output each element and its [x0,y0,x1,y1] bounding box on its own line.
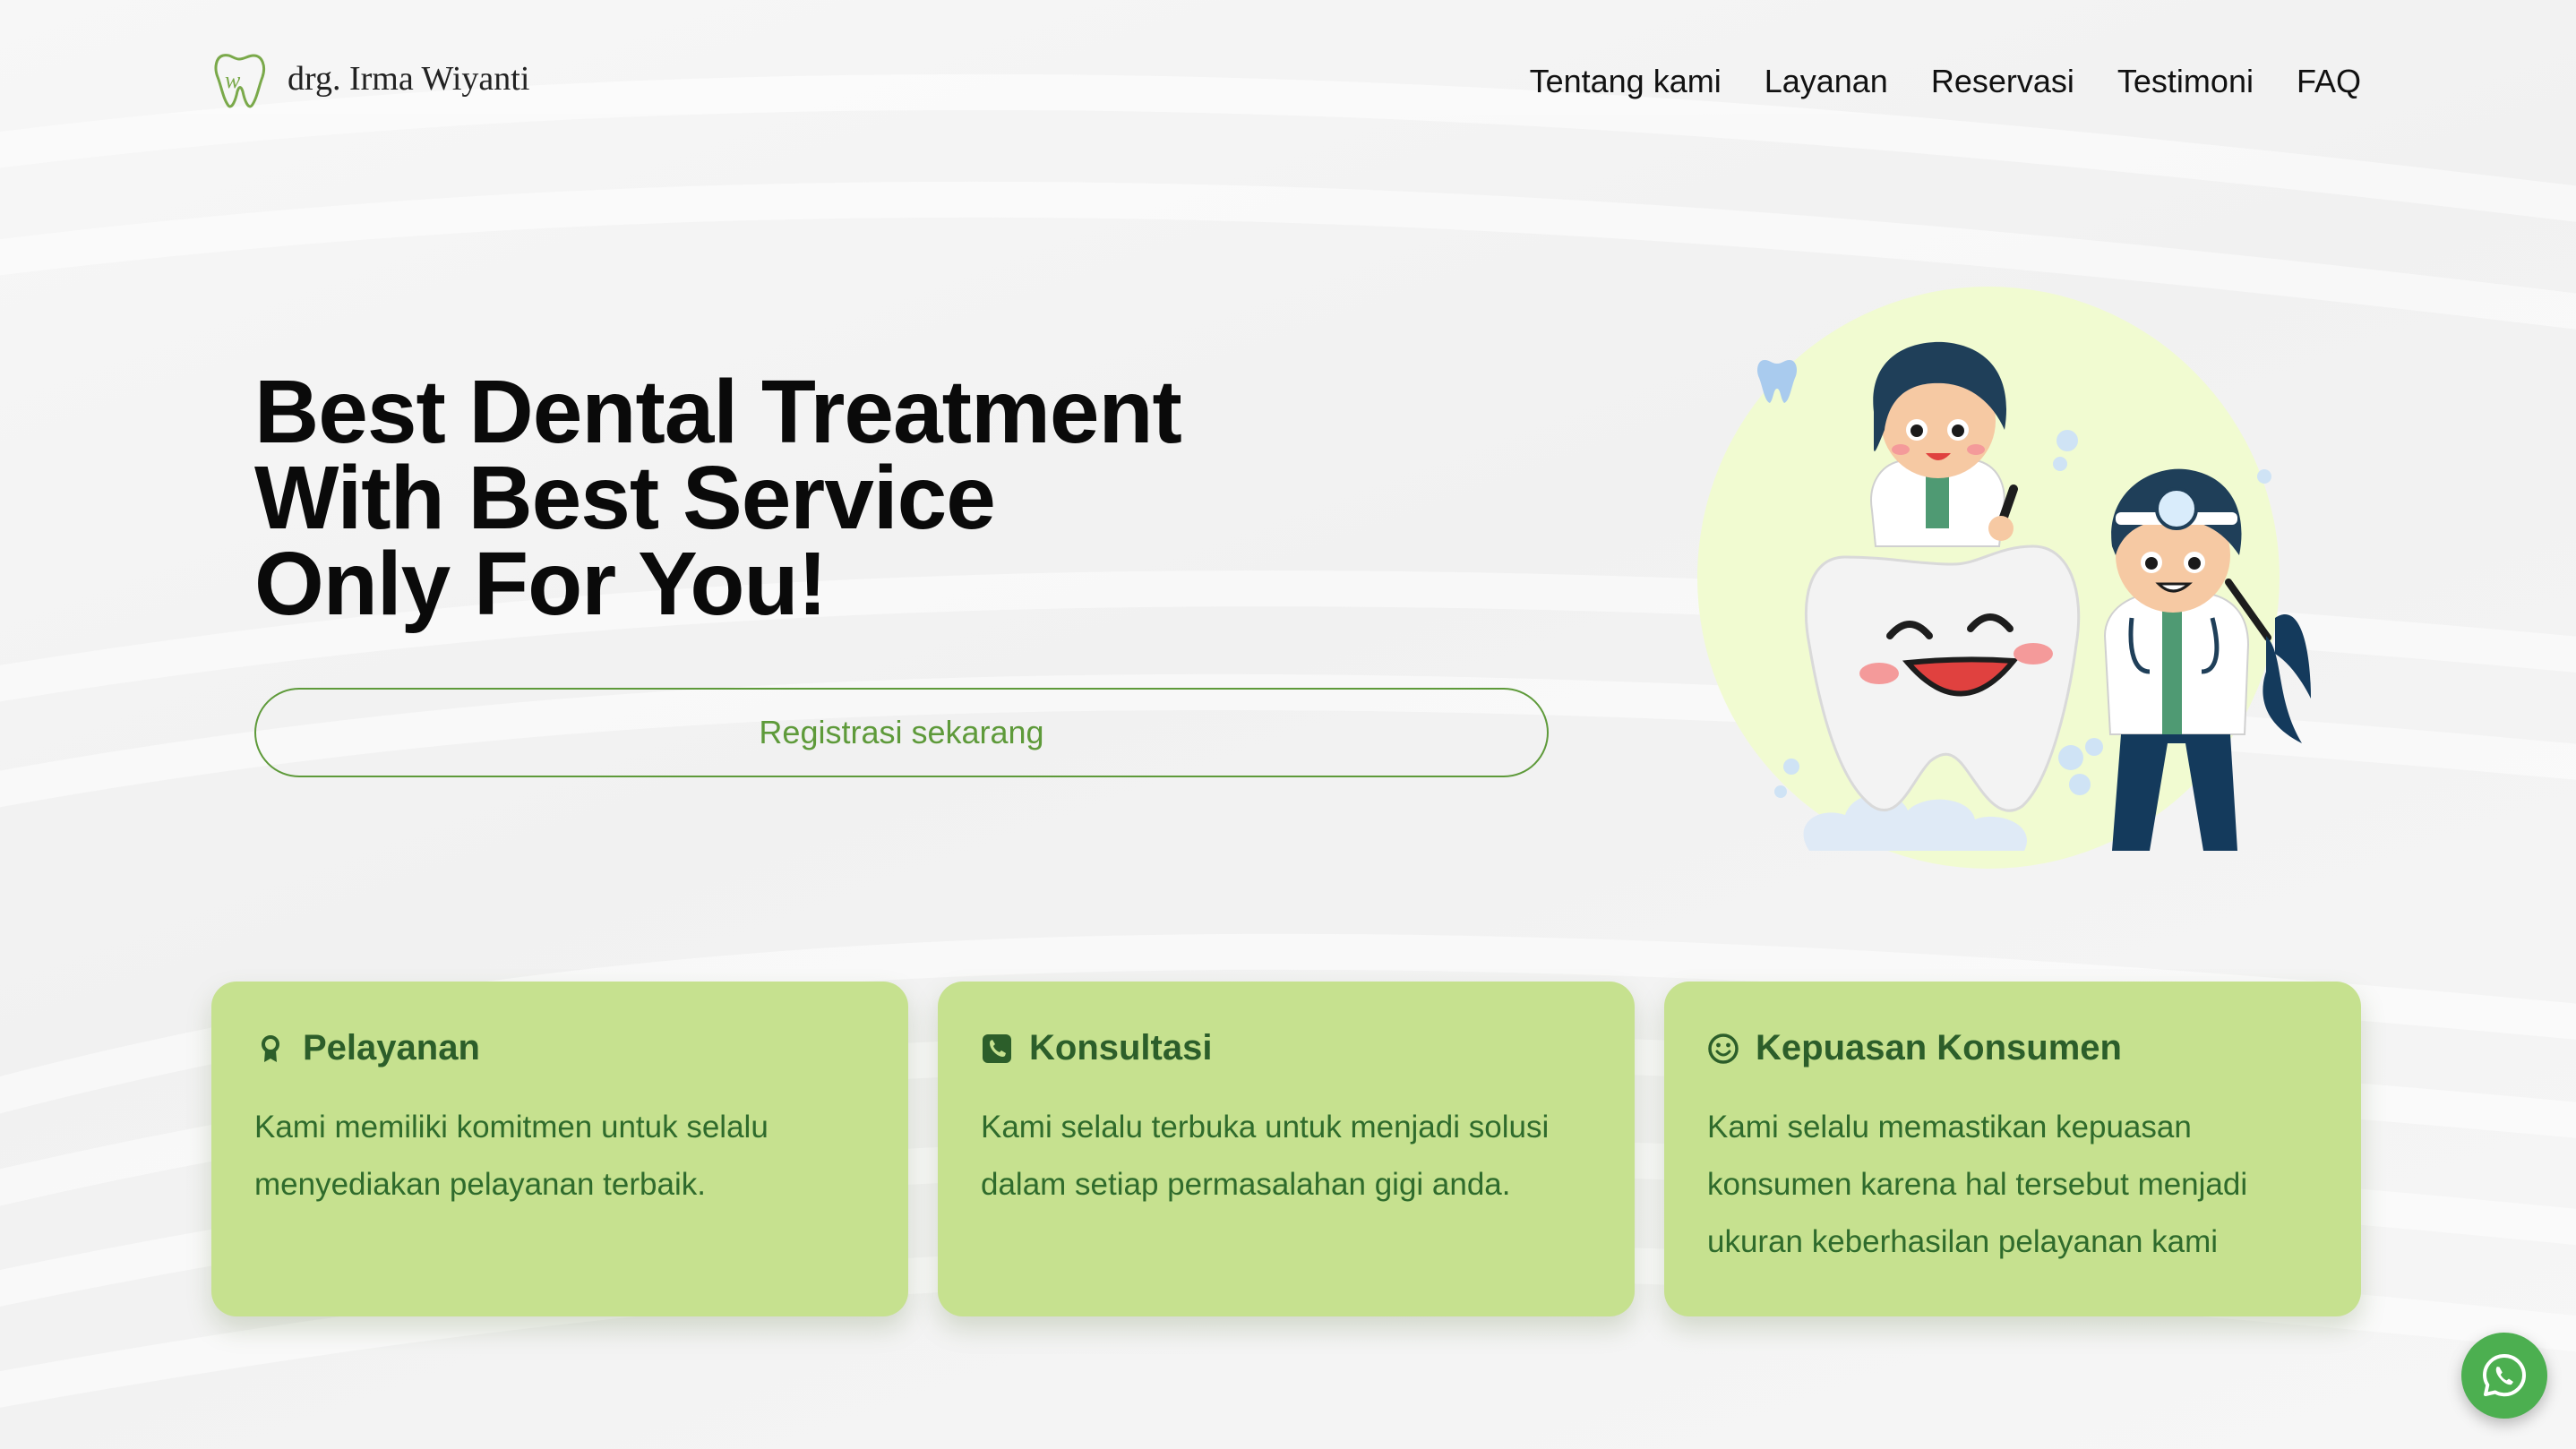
brand[interactable]: w drg. Irma Wiyanti [210,47,529,111]
nav-item-tentang-kami[interactable]: Tentang kami [1530,63,1722,100]
card-title: Konsultasi [1029,1028,1213,1067]
card-description-line: menyediakan pelayanan terbaik. [254,1167,706,1202]
nav-item-testimoni[interactable]: Testimoni [2117,63,2254,100]
feature-card-kepuasan-konsumen: Kepuasan Konsumen Kami selalu memastikan… [1664,982,2361,1316]
card-description: Kami selalu terbuka untuk menjadi solusi… [981,1099,1592,1213]
nav-item-faq[interactable]: FAQ [2297,63,2361,100]
card-description-line: konsumen karena hal tersebut menjadi [1707,1167,2248,1202]
hero-title-line: With Best Service [254,448,996,548]
card-description-line: Kami selalu terbuka untuk menjadi solusi [981,1110,1550,1145]
hero-title-line: Only For You! [254,534,828,634]
whatsapp-button[interactable] [2461,1333,2547,1419]
card-header: Pelayanan [254,1028,865,1068]
card-description-line: Kami memiliki komitmen untuk selalu [254,1110,769,1145]
card-title: Kepuasan Konsumen [1756,1028,2122,1067]
feature-card-pelayanan: Pelayanan Kami memiliki komitmen untuk s… [211,982,908,1316]
hero-title: Best Dental Treatment With Best Service … [254,362,1182,634]
nav-item-layanan[interactable]: Layanan [1765,63,1888,100]
main-nav: Tentang kami Layanan Reservasi Testimoni… [1530,63,2361,100]
card-title: Pelayanan [303,1028,480,1067]
nav-item-reservasi[interactable]: Reservasi [1931,63,2074,100]
smiley-face-icon [1708,1033,1739,1064]
tooth-logo-icon: w [214,54,266,108]
landing-page: w drg. Irma Wiyanti Tentang kami Layanan… [0,0,2576,1449]
card-description: Kami selalu memastikan kepuasan konsumen… [1707,1099,2318,1271]
card-description-line: Kami selalu memastikan kepuasan [1707,1110,2192,1145]
feature-card-konsultasi: Konsultasi Kami selalu terbuka untuk men… [938,982,1635,1316]
card-header: Kepuasan Konsumen [1707,1028,2318,1068]
card-header: Konsultasi [981,1028,1592,1068]
brand-name: drg. Irma Wiyanti [288,60,530,98]
award-ribbon-icon [262,1034,279,1062]
card-description-line: ukuran keberhasilan pelayanan kami [1707,1224,2219,1259]
register-now-button[interactable]: Registrasi sekarang [254,688,1549,777]
dentist-illustration [1697,287,2311,869]
site-header: w drg. Irma Wiyanti Tentang kami Layanan… [0,0,2576,161]
svg-text:w: w [225,67,241,93]
whatsapp-icon [2483,1354,2526,1397]
card-description-line: dalam setiap permasalahan gigi anda. [981,1167,1511,1202]
card-description: Kami memiliki komitmen untuk selalu meny… [254,1099,865,1213]
hero-title-line: Best Dental Treatment [254,362,1182,462]
phone-square-icon [983,1033,1011,1063]
